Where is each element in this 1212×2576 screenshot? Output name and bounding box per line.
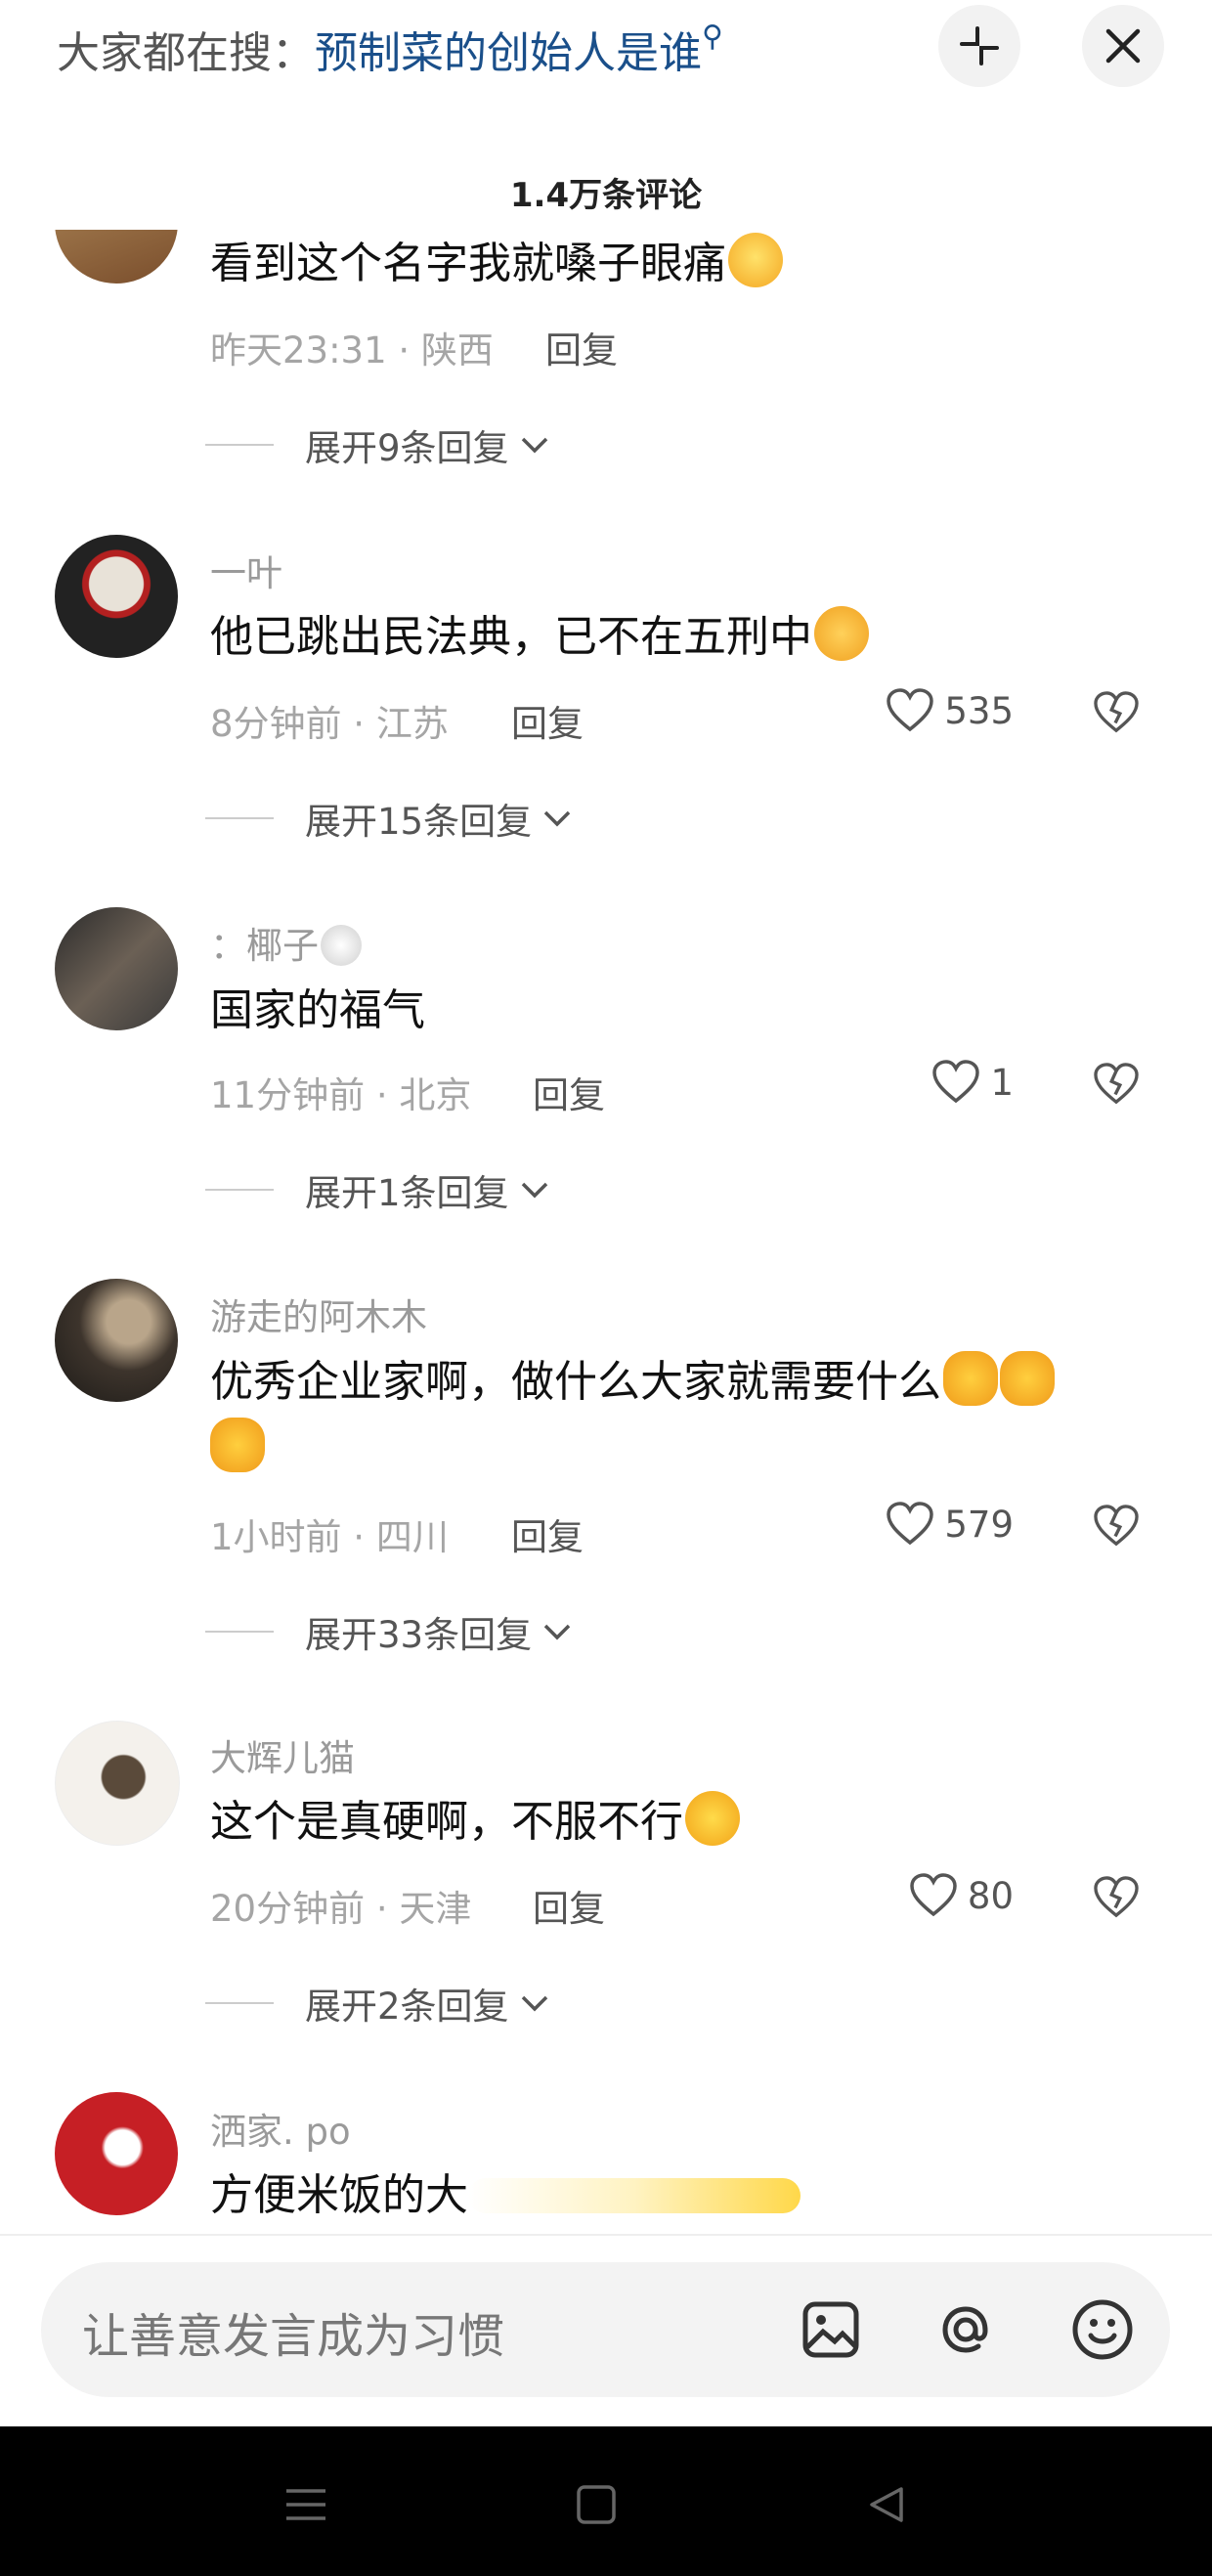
close-button[interactable]	[1082, 5, 1164, 87]
username[interactable]: 大辉儿猫	[210, 1728, 355, 1781]
dislike-button[interactable]	[1093, 1505, 1140, 1551]
search-prefix: 大家都在搜：	[57, 28, 315, 78]
comment-meta: 20分钟前 · 天津	[210, 1888, 472, 1930]
at-icon	[942, 2306, 988, 2353]
like-button[interactable]: 579	[886, 1502, 1014, 1547]
avatar[interactable]	[55, 535, 178, 658]
comment-input-bar[interactable]: 让善意发言成为习惯	[41, 2262, 1170, 2397]
like-button[interactable]: 80	[909, 1873, 1014, 1918]
broken-heart-icon	[1094, 1505, 1139, 1547]
back-triangle-icon	[870, 2487, 903, 2522]
like-count: 80	[967, 1874, 1014, 1917]
top-bar: 大家都在搜：预制菜的创始人是谁⚲	[0, 0, 1212, 98]
comment-text: 国家的福气	[210, 985, 425, 1035]
reply-button[interactable]: 回复	[545, 321, 618, 373]
home-square-icon	[577, 2485, 616, 2524]
expand-replies-button[interactable]: 展开1条回复	[205, 1163, 552, 1216]
avatar[interactable]	[55, 1279, 178, 1402]
back-nav-button[interactable]	[856, 2475, 915, 2534]
thumbs-up-emoji-icon	[943, 1351, 998, 1406]
dislike-button[interactable]	[1093, 1063, 1140, 1110]
avatar[interactable]	[55, 2092, 178, 2215]
chevron-down-icon	[543, 1624, 571, 1640]
search-query[interactable]: 预制菜的创始人是谁	[315, 28, 702, 78]
broken-heart-icon	[1094, 1063, 1139, 1105]
thumbs-up-emoji-icon	[1000, 1351, 1055, 1406]
reply-button[interactable]: 回复	[511, 694, 584, 747]
comment-meta: 昨天23:31 · 陕西	[210, 329, 494, 371]
reply-button[interactable]: 回复	[511, 1507, 584, 1560]
search-icon: ⚲	[702, 20, 723, 54]
home-nav-button[interactable]	[567, 2475, 626, 2534]
grin-sweat-emoji-icon	[728, 233, 783, 287]
comment-text: 看到这个名字我就嗓子眼痛	[210, 231, 783, 297]
heart-icon	[932, 1060, 980, 1104]
like-button[interactable]: 1	[931, 1060, 1014, 1105]
username[interactable]: 游走的阿木木	[210, 1288, 427, 1340]
expand-replies-button[interactable]: 展开2条回复	[205, 1977, 552, 2030]
expand-replies-button[interactable]: 展开15条回复	[205, 792, 575, 845]
like-count: 579	[944, 1503, 1014, 1546]
avatar[interactable]	[55, 1721, 180, 1846]
dislike-button[interactable]	[1093, 691, 1140, 738]
emoji-button[interactable]	[1067, 2294, 1138, 2365]
comment-meta: 11分钟前 · 北京	[210, 1074, 472, 1116]
image-icon	[802, 2301, 859, 2358]
like-count: 535	[944, 689, 1014, 732]
like-button[interactable]: 535	[886, 688, 1014, 733]
heart-icon	[887, 688, 934, 732]
chevron-down-icon	[543, 810, 571, 827]
divider-line	[205, 444, 274, 446]
comment-meta: 8分钟前 · 江苏	[210, 703, 449, 745]
emoji-icon	[1072, 2299, 1133, 2360]
chevron-down-icon	[521, 437, 547, 454]
search-suggestion[interactable]: 大家都在搜：预制菜的创始人是谁⚲	[57, 18, 723, 80]
broken-heart-icon	[1094, 691, 1139, 733]
username[interactable]: ：椰子	[210, 916, 362, 969]
laughing-emoji-icon	[685, 1791, 740, 1846]
menu-icon	[286, 2489, 325, 2520]
comment-meta: 1小时前 · 四川	[210, 1516, 449, 1558]
dislike-button[interactable]	[1093, 1876, 1140, 1923]
image-button[interactable]	[796, 2294, 866, 2365]
like-count: 1	[990, 1061, 1014, 1104]
reply-button[interactable]: 回复	[533, 1066, 605, 1118]
comment-text: 他已跳出民法典，已不在五刑中	[210, 604, 869, 671]
heart-icon	[887, 1502, 934, 1546]
coconut-emoji-icon	[321, 925, 362, 966]
divider	[0, 2234, 1212, 2236]
menu-nav-button[interactable]	[277, 2475, 335, 2534]
expand-replies-button[interactable]: 展开33条回复	[205, 1605, 575, 1658]
loading-shimmer	[468, 2178, 801, 2213]
comment-text: 这个是真硬啊，不服不行	[210, 1789, 740, 1856]
comment-input-placeholder[interactable]: 让善意发言成为习惯	[82, 2297, 504, 2366]
avatar[interactable]	[55, 907, 178, 1030]
minimize-button[interactable]	[938, 5, 1020, 87]
comment-text: 方便米饭的大	[210, 2162, 801, 2229]
mention-button[interactable]	[931, 2294, 1001, 2365]
username[interactable]: 洒家. po	[210, 2102, 351, 2155]
broken-heart-icon	[1094, 1876, 1139, 1918]
heart-icon	[910, 1873, 957, 1917]
thumbs-up-emoji-icon	[210, 1418, 265, 1472]
chevron-down-icon	[521, 1182, 547, 1199]
expand-replies-button[interactable]: 展开9条回复	[205, 418, 552, 471]
comments-count: 1.4万条评论	[509, 176, 703, 215]
username[interactable]: 一叶	[210, 544, 282, 596]
comment-text: 优秀企业家啊，做什么大家就需要什么	[210, 1349, 1055, 1482]
chevron-down-icon	[521, 1995, 547, 2012]
minimize-icon	[960, 26, 999, 65]
reply-button[interactable]: 回复	[533, 1879, 605, 1932]
clap-emoji-icon	[814, 606, 869, 661]
close-icon	[1105, 28, 1141, 64]
system-nav-bar	[0, 2426, 1212, 2576]
